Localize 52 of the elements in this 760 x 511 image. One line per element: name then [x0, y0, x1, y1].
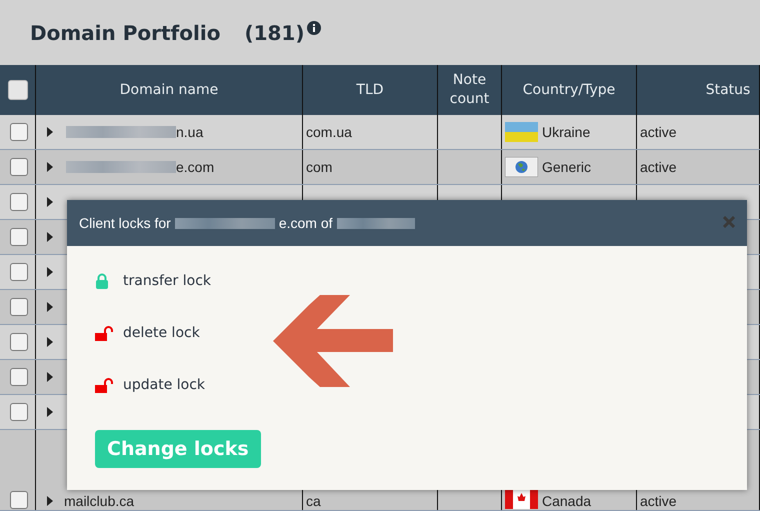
column-header[interactable]: TLD	[356, 80, 384, 100]
country-cell: Generic	[542, 159, 592, 175]
expand-icon[interactable]	[46, 197, 54, 207]
expand-icon[interactable]	[46, 162, 54, 172]
status-cell: active	[640, 159, 677, 175]
row-checkbox[interactable]	[10, 193, 28, 211]
domain-name[interactable]: n.ua	[176, 124, 204, 140]
row-checkbox[interactable]	[10, 123, 28, 141]
column-header[interactable]: Status	[706, 80, 750, 100]
dialog-title: Client locks for	[79, 215, 171, 231]
tld-cell: com	[306, 159, 332, 175]
tld-cell: com.ua	[306, 124, 352, 140]
row-checkbox[interactable]	[10, 228, 28, 246]
status-cell: active	[640, 124, 677, 140]
flag-icon	[505, 489, 538, 509]
row-checkbox[interactable]	[10, 158, 28, 176]
domain-count: (181)	[244, 20, 304, 44]
domain-name[interactable]: mailclub.ca	[64, 493, 134, 509]
row-checkbox[interactable]	[10, 298, 28, 316]
info-icon[interactable]	[307, 20, 322, 34]
row-checkbox[interactable]	[10, 368, 28, 386]
expand-icon[interactable]	[46, 407, 54, 417]
lock-label: delete lock	[123, 325, 200, 341]
row-checkbox[interactable]	[10, 491, 28, 509]
expand-icon[interactable]	[46, 372, 54, 382]
page-title: Domain Portfolio	[30, 20, 220, 44]
globe-icon	[505, 157, 538, 177]
expand-icon[interactable]	[46, 337, 54, 347]
expand-icon[interactable]	[46, 302, 54, 312]
domain-name[interactable]: e.com	[176, 159, 214, 175]
lock-label: update lock	[123, 377, 206, 393]
column-header[interactable]: Country/Type	[522, 80, 616, 100]
expand-icon[interactable]	[46, 267, 54, 277]
column-header[interactable]: Domain name	[120, 80, 218, 100]
column-header[interactable]: Note count	[444, 71, 494, 109]
flag-icon	[505, 122, 538, 142]
country-cell: Canada	[542, 493, 592, 509]
dialog-title: e.com of	[278, 215, 333, 231]
lock-label: transfer lock	[123, 273, 211, 289]
row-checkbox[interactable]	[10, 263, 28, 281]
table-row[interactable]: e.com com Generic active	[0, 150, 760, 185]
arrow-icon	[273, 295, 393, 387]
country-cell: Ukraine	[542, 124, 590, 140]
status-cell: active	[640, 493, 677, 509]
expand-icon[interactable]	[46, 496, 54, 506]
row-checkbox[interactable]	[10, 403, 28, 421]
row-checkbox[interactable]	[10, 333, 28, 351]
expand-icon[interactable]	[46, 232, 54, 242]
table-row[interactable]: n.ua com.ua Ukraine active	[0, 115, 760, 150]
select-all-checkbox[interactable]	[8, 80, 28, 100]
tld-cell: ca	[306, 493, 321, 509]
expand-icon[interactable]	[46, 127, 54, 137]
